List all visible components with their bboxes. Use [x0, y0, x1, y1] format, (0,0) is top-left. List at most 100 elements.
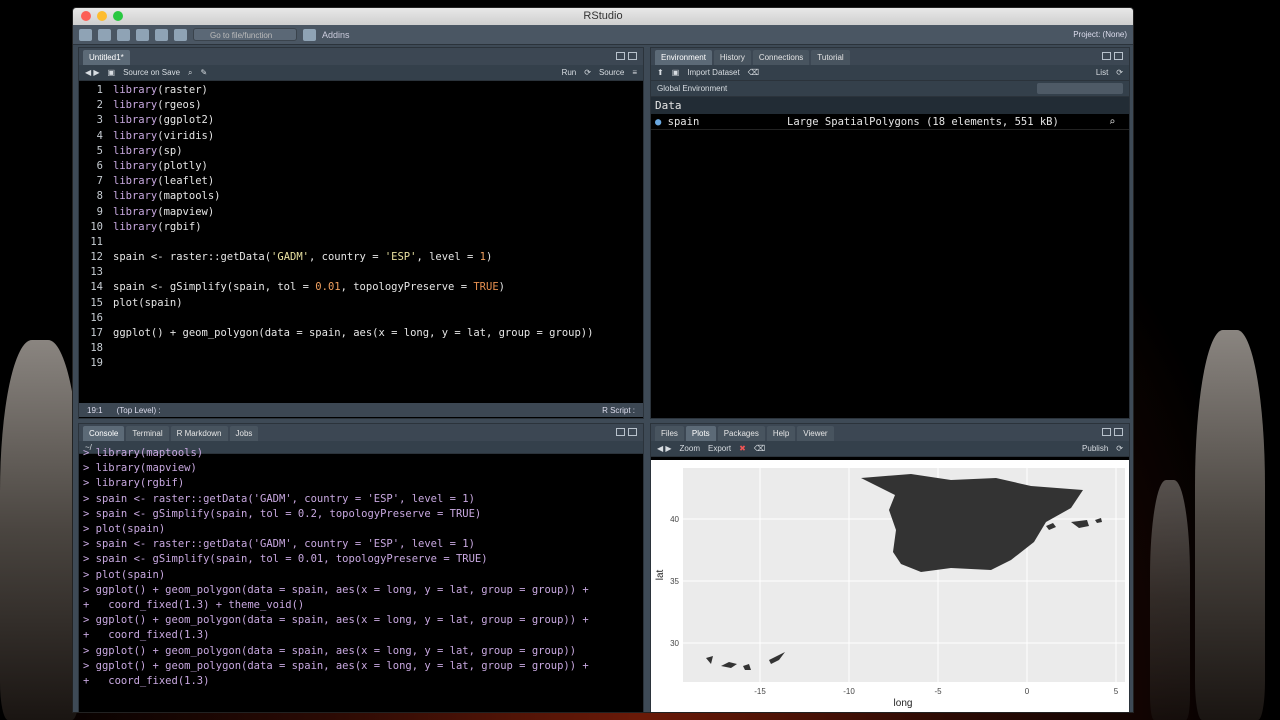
save-file-icon[interactable]: ▣ [108, 68, 116, 77]
code-line[interactable]: 6 library(plotly) [79, 159, 643, 174]
code-tools-icon[interactable]: ✎ [201, 68, 208, 77]
cursor-position: 19:1 [87, 405, 103, 415]
clear-plots-icon[interactable]: ⌫ [754, 444, 765, 453]
new-project-icon[interactable] [98, 28, 111, 41]
code-line[interactable]: 12 spain <- raster::getData('GADM', count… [79, 250, 643, 265]
code-line[interactable]: 9 library(mapview) [79, 205, 643, 220]
code-line[interactable]: 11 [79, 235, 643, 250]
plot-back-icon[interactable]: ◀ ▶ [657, 444, 672, 453]
source-on-save-checkbox[interactable]: Source on Save [123, 68, 180, 77]
code-line[interactable]: 19 [79, 356, 643, 371]
tab-r-markdown[interactable]: R Markdown [170, 426, 228, 441]
tab-plots[interactable]: Plots [685, 426, 716, 441]
maximize-env-icon[interactable] [1114, 52, 1123, 60]
code-line[interactable]: 15 plot(spain) [79, 296, 643, 311]
environment-pane: Environment History Connections Tutorial ⬆ … [650, 47, 1130, 419]
tab-environment[interactable]: Environment [655, 50, 712, 65]
environment-row[interactable]: ● spain Large SpatialPolygons (18 elemen… [651, 114, 1129, 130]
export-button[interactable]: Export [708, 444, 731, 453]
code-line[interactable]: 18 [79, 341, 643, 356]
broom-icon[interactable]: ⌫ [748, 68, 759, 77]
code-line[interactable]: 13 [79, 265, 643, 280]
console-line: > library(rgbif) [83, 477, 185, 490]
project-menu[interactable]: Project: (None) [1073, 30, 1127, 39]
import-dataset-button[interactable]: Import Dataset [687, 68, 739, 77]
tab-untitled1[interactable]: Untitled1* [83, 50, 130, 65]
view-data-icon[interactable]: ⌕ [1109, 116, 1129, 128]
zoom-button[interactable]: Zoom [680, 444, 700, 453]
code-line[interactable]: 4 library(viridis) [79, 129, 643, 144]
code-text: library(viridis) [113, 129, 215, 142]
expand-icon[interactable]: ● [655, 116, 668, 128]
addins-menu[interactable]: Addins [322, 30, 350, 40]
source-editor-pane: Untitled1* ◀ ▶ ▣ Source on Save ⌕ ✎ Run … [78, 47, 644, 419]
code-line[interactable]: 2 library(rgeos) [79, 98, 643, 113]
refresh-icon[interactable]: ⟳ [1116, 68, 1123, 77]
goto-file-input[interactable]: Go to file/function [193, 28, 297, 41]
view-mode-menu[interactable]: List [1096, 68, 1108, 77]
console-line: > spain <- raster::getData('GADM', count… [83, 538, 475, 551]
scope-menu[interactable]: (Top Level) : [117, 406, 161, 415]
back-arrow-icon[interactable]: ◀ ▶ [85, 68, 100, 77]
tab-tutorial[interactable]: Tutorial [811, 50, 850, 65]
maximize-pane-icon[interactable] [628, 52, 637, 60]
line-number: 17 [90, 327, 103, 339]
editor-status-bar: 19:1 (Top Level) : R Script : [79, 403, 643, 417]
file-type-menu[interactable]: R Script : [602, 406, 635, 415]
tab-connections[interactable]: Connections [752, 50, 810, 65]
minimize-window-button[interactable] [97, 11, 107, 21]
code-line[interactable]: 14 spain <- gSimplify(spain, tol = 0.01, … [79, 280, 643, 295]
refresh-plot-icon[interactable]: ⟳ [1116, 444, 1123, 453]
source-button[interactable]: Source [599, 68, 624, 77]
tab-files[interactable]: Files [655, 426, 684, 441]
minimize-console-icon[interactable] [616, 428, 625, 436]
minimize-pane-icon[interactable] [616, 52, 625, 60]
outline-icon[interactable]: ≡ [632, 68, 637, 77]
maximize-console-icon[interactable] [628, 428, 637, 436]
tab-viewer[interactable]: Viewer [797, 426, 834, 441]
zoom-window-button[interactable] [113, 11, 123, 21]
tab-history[interactable]: History [713, 50, 751, 65]
line-number: 1 [96, 84, 103, 96]
close-window-button[interactable] [81, 11, 91, 21]
code-line[interactable]: 16 [79, 311, 643, 326]
code-text: ggplot() + geom_polygon(data = spain, ae… [113, 327, 594, 339]
grid-layout-icon[interactable] [303, 28, 316, 41]
code-line[interactable]: 10 library(rgbif) [79, 220, 643, 235]
new-file-icon[interactable] [79, 28, 92, 41]
tab-jobs[interactable]: Jobs [229, 426, 259, 441]
save-icon[interactable] [136, 28, 149, 41]
tab-terminal[interactable]: Terminal [126, 426, 169, 441]
code-line[interactable]: 7 library(leaflet) [79, 174, 643, 189]
code-line[interactable]: 5 library(sp) [79, 144, 643, 159]
remove-plot-icon[interactable]: ✖ [739, 444, 746, 453]
minimize-plots-icon[interactable] [1102, 428, 1111, 436]
line-number: 10 [90, 220, 103, 233]
save-all-icon[interactable] [155, 28, 168, 41]
tab-help[interactable]: Help [766, 426, 796, 441]
main-toolbar: Go to file/function Addins Project: (Non… [73, 25, 1133, 45]
search-icon[interactable]: ⌕ [188, 68, 192, 78]
console-line: > library(maptools) [83, 447, 204, 459]
open-file-icon[interactable] [117, 28, 130, 41]
load-workspace-icon[interactable]: ⬆ [657, 68, 664, 77]
save-workspace-icon[interactable]: ▣ [672, 68, 680, 77]
publish-button[interactable]: Publish [1082, 444, 1108, 453]
minimize-env-icon[interactable] [1102, 52, 1111, 60]
run-button[interactable]: Run [562, 68, 577, 77]
environment-search-input[interactable] [1037, 83, 1123, 94]
console-output[interactable]: > library(maptools) > library(mapview) > l… [79, 446, 643, 689]
code-line[interactable]: 17 ggplot() + geom_polygon(data = spain, … [79, 326, 643, 341]
tab-packages[interactable]: Packages [717, 426, 765, 441]
print-icon[interactable] [174, 28, 187, 41]
code-line[interactable]: 1 library(raster) [79, 83, 643, 98]
y-tick-label: 30 [670, 639, 679, 648]
code-line[interactable]: 8 library(maptools) [79, 189, 643, 204]
global-environment-menu[interactable]: Global Environment [657, 84, 727, 93]
maximize-plots-icon[interactable] [1114, 428, 1123, 436]
rerun-icon[interactable]: ⟳ [584, 68, 591, 77]
line-number: 12 [90, 251, 103, 264]
tab-console[interactable]: Console [83, 426, 125, 441]
code-editor[interactable]: 1 library(raster) 2 library(rgeos) 3 library(… [79, 81, 643, 403]
code-line[interactable]: 3 library(ggplot2) [79, 113, 643, 128]
